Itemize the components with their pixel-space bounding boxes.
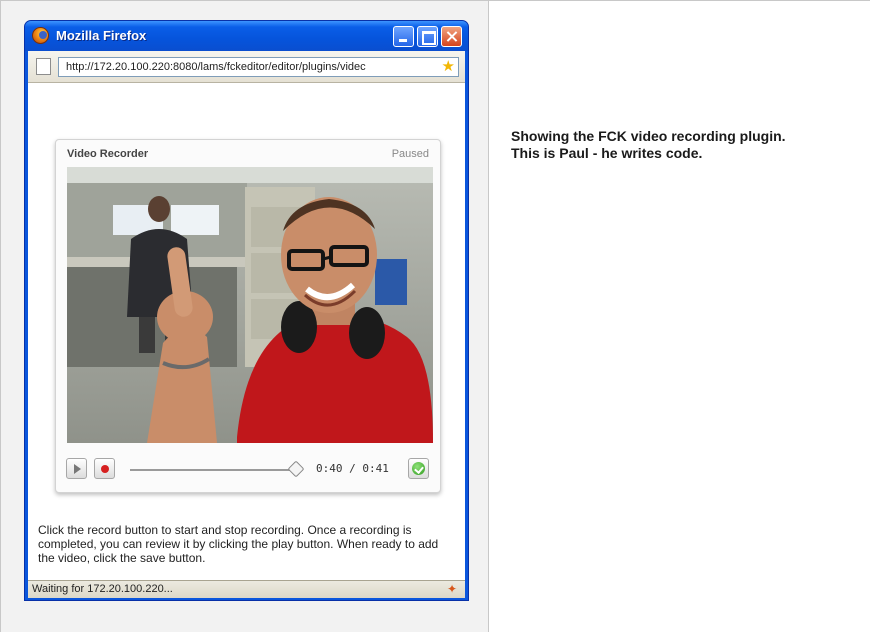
firefox-logo-icon <box>32 27 49 44</box>
video-recorder-panel: Video Recorder Paused 0:40 / 0:41 <box>55 139 441 493</box>
layout-table: Mozilla Firefox http://172.20.100.220:80… <box>0 0 870 632</box>
screenshot-cell: Mozilla Firefox http://172.20.100.220:80… <box>1 1 489 632</box>
title-bar[interactable]: Mozilla Firefox <box>25 21 468 51</box>
save-check-icon[interactable] <box>408 458 429 479</box>
status-text: Waiting for 172.20.100.220... <box>32 583 173 595</box>
browser-client: http://172.20.100.220:8080/lams/fckedito… <box>28 51 465 598</box>
caption-line-2: This is Paul - he writes code. <box>511 145 703 161</box>
caption-text: Showing the FCK video recording plugin. … <box>511 128 851 162</box>
status-bar: Waiting for 172.20.100.220... ✦ <box>28 580 465 598</box>
caption-line-1: Showing the FCK video recording plugin. <box>511 128 786 144</box>
caption-cell: Showing the FCK video recording plugin. … <box>489 1 870 632</box>
record-icon[interactable] <box>94 458 115 479</box>
firefox-window: Mozilla Firefox http://172.20.100.220:80… <box>24 20 469 601</box>
video-preview[interactable] <box>67 167 433 443</box>
time-display: 0:40 / 0:41 <box>316 462 389 475</box>
window-title: Mozilla Firefox <box>56 28 147 43</box>
url-text: http://172.20.100.220:8080/lams/fckedito… <box>66 61 366 73</box>
webcam-frame-image <box>67 167 433 443</box>
recorder-status: Paused <box>391 148 429 160</box>
bookmark-star-icon[interactable]: ★ <box>442 59 455 75</box>
play-icon[interactable] <box>66 458 87 479</box>
slider-thumb[interactable] <box>287 460 305 478</box>
url-input[interactable]: http://172.20.100.220:8080/lams/fckedito… <box>58 57 459 77</box>
instructions-text: Click the record button to start and sto… <box>38 523 439 565</box>
maximize-icon[interactable] <box>417 26 438 47</box>
minimize-icon[interactable] <box>393 26 414 47</box>
recorder-title: Video Recorder <box>67 148 149 160</box>
close-icon[interactable] <box>441 26 462 47</box>
progress-slider[interactable] <box>130 469 298 471</box>
loading-icon: ✦ <box>446 582 457 596</box>
page-icon <box>36 58 51 75</box>
address-toolbar: http://172.20.100.220:8080/lams/fckedito… <box>28 51 465 83</box>
recorder-controls: 0:40 / 0:41 <box>56 446 440 492</box>
